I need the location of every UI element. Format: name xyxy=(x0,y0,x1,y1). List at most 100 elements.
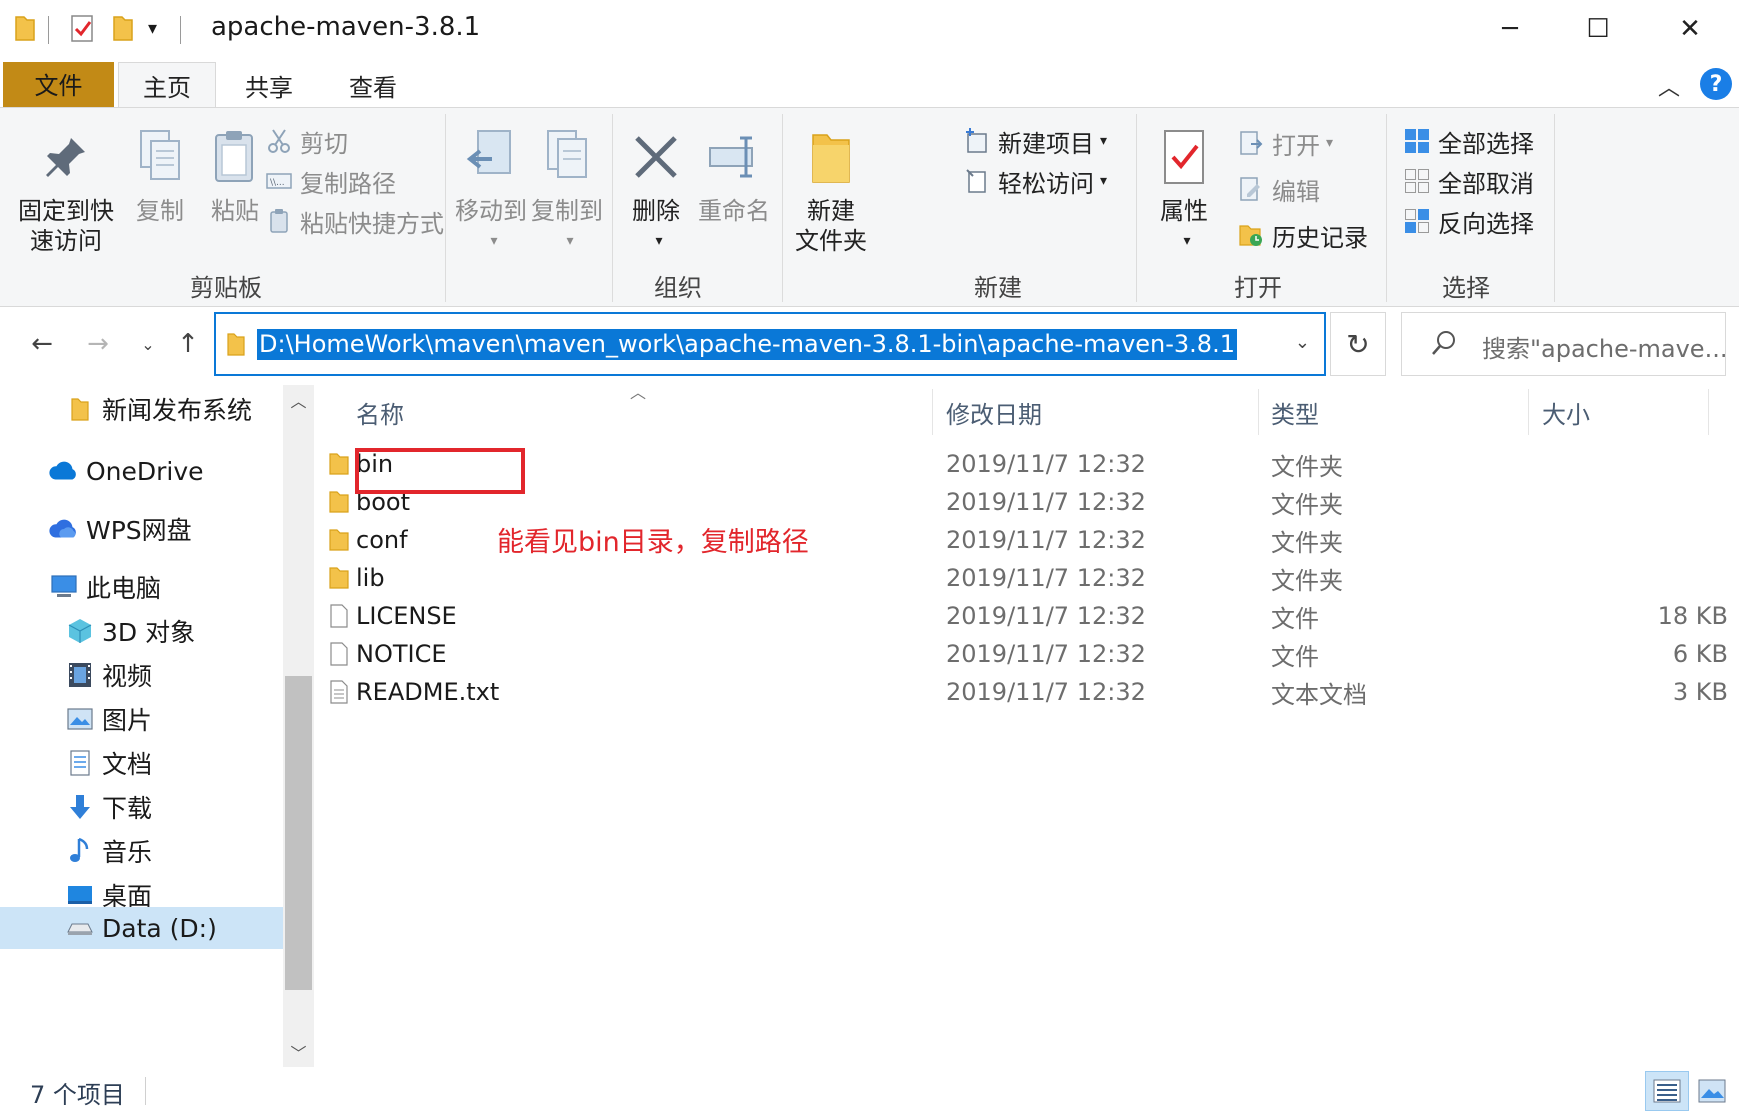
music-icon xyxy=(64,837,96,865)
delete-button[interactable]: 删除 ▾ xyxy=(624,122,688,256)
open-button[interactable]: 打开 ▾ xyxy=(1238,126,1333,160)
easy-access-button[interactable]: 轻松访问 ▾ xyxy=(964,164,1107,198)
file-date: 2019/11/7 12:32 xyxy=(946,488,1146,516)
file-size: 18 KB xyxy=(1657,602,1728,630)
file-row[interactable]: LICENSE 2019/11/7 12:32 文件 18 KB xyxy=(320,595,1728,637)
nav-item-label: 新闻发布系统 xyxy=(102,396,253,425)
select-all-label: 全部选择 xyxy=(1438,129,1534,158)
nav-item-data-drive[interactable]: Data (D:) xyxy=(0,907,283,949)
nav-item-onedrive[interactable]: OneDrive xyxy=(48,449,204,493)
column-header-date[interactable]: 修改日期 xyxy=(946,389,1042,435)
minimize-button[interactable]: ─ xyxy=(1462,0,1558,58)
file-row[interactable]: bin 2019/11/7 12:32 文件夹 xyxy=(320,443,1720,485)
group-label-open: 打开 xyxy=(1234,274,1282,302)
onedrive-icon xyxy=(48,457,80,485)
collapse-ribbon-icon[interactable]: ︿ xyxy=(1658,70,1680,102)
search-icon xyxy=(1430,329,1458,361)
edit-icon xyxy=(1238,176,1264,202)
rename-label: 重命名 xyxy=(698,197,770,225)
large-icons-view-icon[interactable] xyxy=(1690,1071,1734,1111)
paste-shortcut-button[interactable]: 粘贴快捷方式 xyxy=(266,204,444,238)
copy-path-button[interactable]: \\... 复制路径 xyxy=(266,164,396,198)
close-button[interactable]: ✕ xyxy=(1642,0,1738,58)
paste-shortcut-label: 粘贴快捷方式 xyxy=(300,209,444,238)
column-header-size[interactable]: 大小 xyxy=(1542,389,1590,435)
history-button[interactable]: 历史记录 xyxy=(1238,218,1368,252)
invert-selection-button[interactable]: 反向选择 xyxy=(1404,204,1534,238)
nav-item-this-pc[interactable]: 此电脑 xyxy=(48,565,161,609)
scrollbar-thumb[interactable] xyxy=(285,676,312,990)
item-count: 7 个项目 xyxy=(30,1081,125,1109)
file-type: 文件 xyxy=(1271,642,1319,671)
help-icon[interactable]: ? xyxy=(1700,68,1732,100)
forward-arrow-icon[interactable]: → xyxy=(78,324,118,364)
column-header-type[interactable]: 类型 xyxy=(1271,389,1319,435)
paste-button[interactable]: 粘贴 xyxy=(200,122,270,226)
search-box[interactable]: 搜索"apache-mave... xyxy=(1401,312,1727,376)
tab-home[interactable]: 主页 xyxy=(118,62,216,108)
properties-quick-access-icon[interactable] xyxy=(70,14,96,48)
recent-locations-chevron-icon[interactable]: ⌄ xyxy=(128,324,168,364)
tab-view[interactable]: 查看 xyxy=(328,62,418,108)
address-bar[interactable]: D:\HomeWork\maven\maven_work\apache-mave… xyxy=(214,312,1326,376)
nav-item-wps-cloud[interactable]: WPS网盘 xyxy=(48,507,192,551)
copy-to-button[interactable]: 复制到 ▾ xyxy=(530,122,604,256)
pin-icon xyxy=(41,122,91,192)
pin-to-quick-access-button[interactable]: 固定到快 速访问 xyxy=(16,122,116,256)
column-header-name[interactable]: 名称 xyxy=(356,389,404,435)
cut-button[interactable]: 剪切 xyxy=(266,124,348,158)
move-to-icon xyxy=(464,122,518,192)
nav-item-label: Data (D:) xyxy=(102,913,217,943)
scroll-up-icon[interactable]: ︿ xyxy=(283,385,314,415)
refresh-icon[interactable]: ↻ xyxy=(1330,312,1386,376)
copy-icon xyxy=(135,122,185,192)
file-row[interactable]: lib 2019/11/7 12:32 文件夹 xyxy=(320,557,1720,599)
nav-item-pictures[interactable]: 图片 xyxy=(64,697,152,741)
move-to-button[interactable]: 移动到 ▾ xyxy=(454,122,528,256)
move-to-dropdown-icon: ▾ xyxy=(490,233,498,249)
edit-label: 编辑 xyxy=(1272,177,1320,206)
edit-button[interactable]: 编辑 xyxy=(1238,172,1320,206)
nav-item-news-system[interactable]: 新闻发布系统 xyxy=(64,387,252,431)
file-type: 文件夹 xyxy=(1271,528,1343,557)
nav-item-label: WPS网盘 xyxy=(86,516,192,545)
select-all-button[interactable]: 全部选择 xyxy=(1404,124,1534,158)
file-type: 文本文档 xyxy=(1271,680,1367,709)
nav-pane-scrollbar[interactable]: ︿ ﹀ xyxy=(283,385,314,1067)
back-arrow-icon[interactable]: ← xyxy=(22,324,62,364)
maximize-button[interactable]: ☐ xyxy=(1550,0,1646,58)
customize-quick-access-icon[interactable]: ▾ xyxy=(148,18,157,39)
copy-button[interactable]: 复制 xyxy=(122,122,198,226)
file-row[interactable]: boot 2019/11/7 12:32 文件夹 xyxy=(320,481,1720,523)
file-type: 文件 xyxy=(1271,604,1319,633)
nav-item-label: 音乐 xyxy=(102,838,153,867)
file-name: NOTICE xyxy=(356,640,447,668)
nav-item-videos[interactable]: 视频 xyxy=(64,653,152,697)
navigation-pane: 新闻发布系统 OneDrive WPS网盘 此电脑 3D 对象 视频 图片 文档… xyxy=(0,385,316,1067)
details-view-icon[interactable] xyxy=(1645,1071,1689,1111)
new-folder-button[interactable]: 新建 文件夹 xyxy=(786,122,876,256)
address-path[interactable]: D:\HomeWork\maven\maven_work\apache-mave… xyxy=(257,329,1237,360)
pin-label-line2: 速访问 xyxy=(30,227,102,255)
annotation-highlight-box xyxy=(355,448,525,494)
new-item-button[interactable]: 新建项目 ▾ xyxy=(964,124,1107,158)
file-row[interactable]: NOTICE 2019/11/7 12:32 文件 6 KB xyxy=(320,633,1728,675)
tab-file[interactable]: 文件 xyxy=(3,62,114,108)
file-row[interactable]: README.txt 2019/11/7 12:32 文本文档 3 KB xyxy=(320,671,1728,713)
up-arrow-icon[interactable]: ↑ xyxy=(168,324,208,364)
tab-share[interactable]: 共享 xyxy=(224,62,314,108)
copy-label: 复制 xyxy=(136,197,184,225)
scroll-down-icon[interactable]: ﹀ xyxy=(283,1037,314,1067)
properties-button[interactable]: 属性 ▾ xyxy=(1148,122,1220,256)
nav-item-documents[interactable]: 文档 xyxy=(64,741,152,785)
nav-item-music[interactable]: 音乐 xyxy=(64,829,152,873)
nav-item-label: 视频 xyxy=(102,662,153,691)
address-dropdown-chevron-icon[interactable]: ⌄ xyxy=(1295,332,1310,353)
nav-item-3d-objects[interactable]: 3D 对象 xyxy=(64,609,195,653)
new-folder-quick-access-icon[interactable] xyxy=(112,14,134,46)
delete-label: 删除 xyxy=(632,197,680,225)
nav-item-downloads[interactable]: 下载 xyxy=(64,785,152,829)
rename-button[interactable]: 重命名 xyxy=(694,122,774,226)
copy-path-icon: \\... xyxy=(266,168,292,194)
select-none-button[interactable]: 全部取消 xyxy=(1404,164,1534,198)
